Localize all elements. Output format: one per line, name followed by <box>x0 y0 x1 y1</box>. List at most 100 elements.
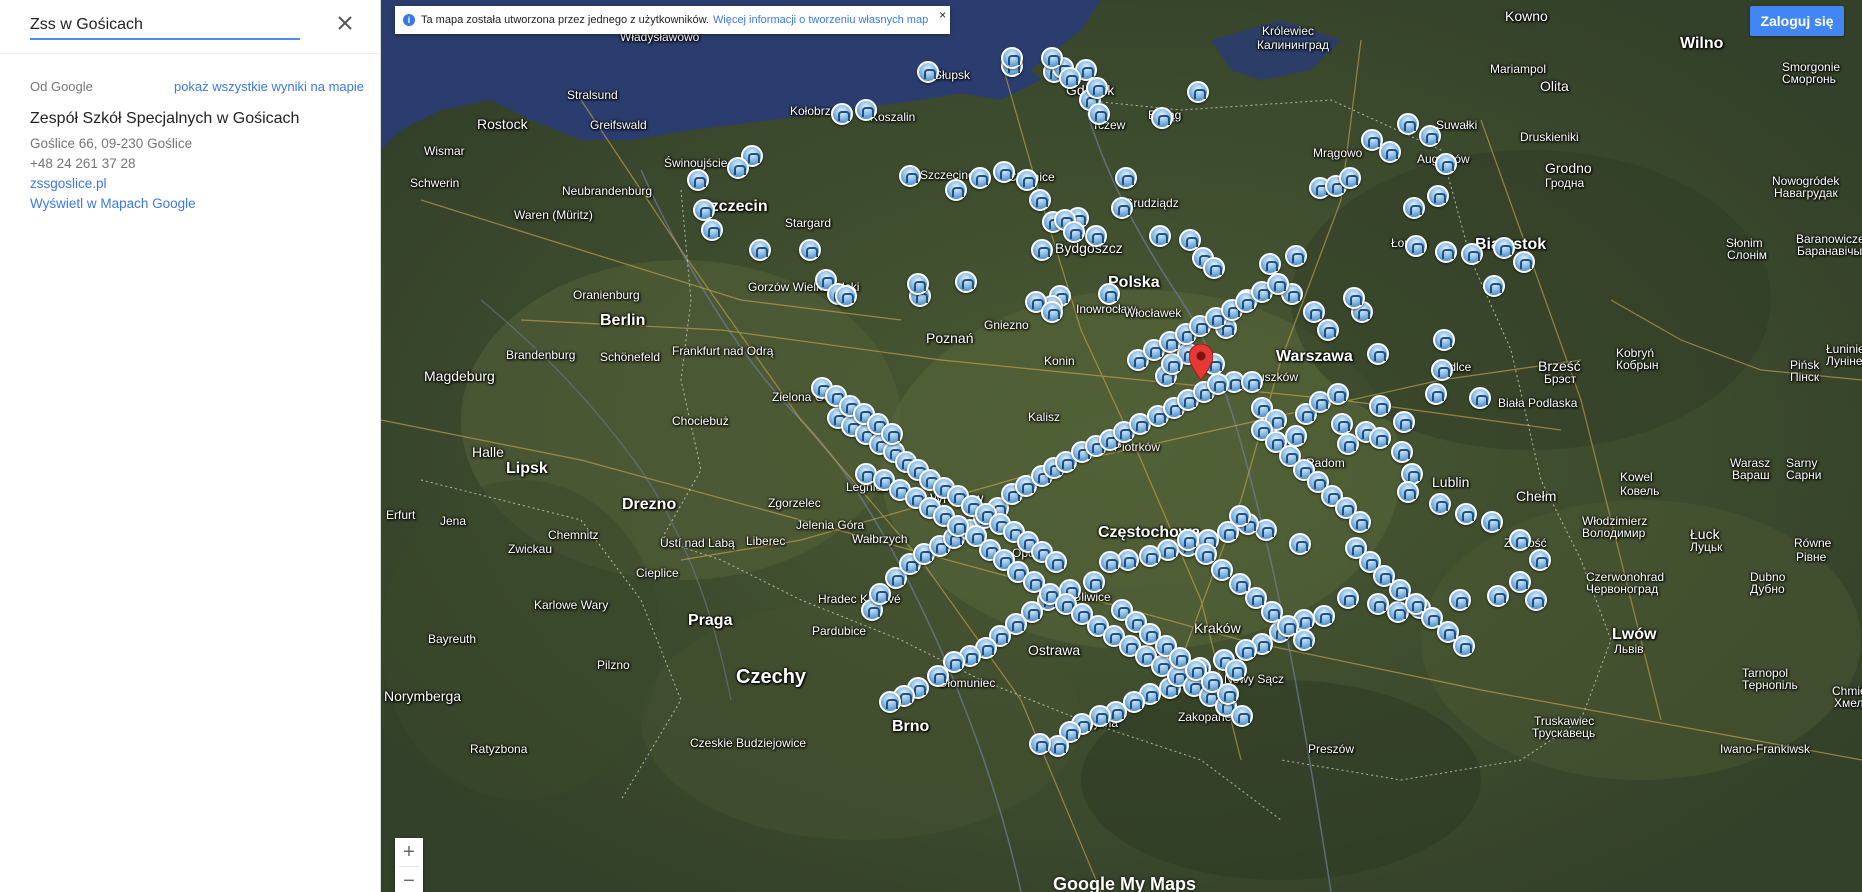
red-location-pin-icon[interactable] <box>1189 344 1213 380</box>
school-marker-icon[interactable] <box>749 239 771 261</box>
school-marker-icon[interactable] <box>1525 589 1547 611</box>
school-marker-icon[interactable] <box>835 285 857 307</box>
school-marker-icon[interactable] <box>869 583 891 605</box>
school-marker-icon[interactable] <box>687 169 709 191</box>
school-marker-icon[interactable] <box>1098 283 1120 305</box>
notice-close-button[interactable]: × <box>939 8 946 22</box>
school-marker-icon[interactable] <box>1059 67 1081 89</box>
school-marker-icon[interactable] <box>1339 167 1361 189</box>
school-marker-icon[interactable] <box>1419 125 1441 147</box>
school-marker-icon[interactable] <box>1151 107 1173 129</box>
school-marker-icon[interactable] <box>799 239 821 261</box>
school-marker-icon[interactable] <box>1337 587 1359 609</box>
school-marker-icon[interactable] <box>1313 605 1335 627</box>
school-marker-icon[interactable] <box>1393 411 1415 433</box>
school-marker-icon[interactable] <box>1469 387 1491 409</box>
sign-in-button[interactable]: Zaloguj się <box>1750 6 1844 36</box>
school-marker-icon[interactable] <box>969 167 991 189</box>
school-marker-icon[interactable] <box>1241 371 1263 393</box>
school-marker-icon[interactable] <box>1086 77 1108 99</box>
school-marker-icon[interactable] <box>1367 343 1389 365</box>
school-marker-icon[interactable] <box>1455 503 1477 525</box>
result-title[interactable]: Zespół Szkół Specjalnych w Gośicach <box>30 110 370 128</box>
school-marker-icon[interactable] <box>1161 353 1183 375</box>
school-marker-icon[interactable] <box>1405 235 1427 257</box>
school-marker-icon[interactable] <box>1461 243 1483 265</box>
school-marker-icon[interactable] <box>1285 425 1307 447</box>
school-marker-icon[interactable] <box>1016 169 1038 191</box>
school-marker-icon[interactable] <box>1425 383 1447 405</box>
school-marker-icon[interactable] <box>1435 241 1457 263</box>
school-marker-icon[interactable] <box>1453 635 1475 657</box>
school-marker-icon[interactable] <box>1493 237 1515 259</box>
notice-learn-more-link[interactable]: Więcej informacji o tworzeniu własnych m… <box>713 14 928 26</box>
school-marker-icon[interactable] <box>1099 551 1121 573</box>
school-marker-icon[interactable] <box>1083 571 1105 593</box>
zoom-out-button[interactable]: − <box>395 867 423 892</box>
school-marker-icon[interactable] <box>1085 225 1107 247</box>
school-marker-icon[interactable] <box>1369 395 1391 417</box>
zoom-in-button[interactable]: + <box>395 838 423 866</box>
school-marker-icon[interactable] <box>1509 571 1531 593</box>
school-marker-icon[interactable] <box>1088 103 1110 125</box>
school-marker-icon[interactable] <box>727 157 749 179</box>
school-marker-icon[interactable] <box>1427 185 1449 207</box>
school-marker-icon[interactable] <box>1001 47 1023 69</box>
school-marker-icon[interactable] <box>1217 521 1239 543</box>
school-marker-icon[interactable] <box>1149 225 1171 247</box>
school-marker-icon[interactable] <box>1187 81 1209 103</box>
school-marker-icon[interactable] <box>1369 427 1391 449</box>
school-marker-icon[interactable] <box>1293 629 1315 651</box>
school-marker-icon[interactable] <box>1111 197 1133 219</box>
school-marker-icon[interactable] <box>1397 113 1419 135</box>
school-marker-icon[interactable] <box>1031 239 1053 261</box>
school-marker-icon[interactable] <box>693 199 715 221</box>
school-marker-icon[interactable] <box>1285 245 1307 267</box>
school-marker-icon[interactable] <box>1231 705 1253 727</box>
view-in-google-maps-link[interactable]: Wyświetl w Mapach Google <box>30 194 370 214</box>
school-marker-icon[interactable] <box>1139 545 1161 567</box>
school-marker-icon[interactable] <box>831 103 853 125</box>
school-marker-icon[interactable] <box>1367 593 1389 615</box>
school-marker-icon[interactable] <box>993 161 1015 183</box>
school-marker-icon[interactable] <box>927 665 949 687</box>
school-marker-icon[interactable] <box>1403 197 1425 219</box>
school-marker-icon[interactable] <box>1429 493 1451 515</box>
map-canvas[interactable]: Władysławowo Królewiec Калининград Kowno Wil… <box>381 0 1862 892</box>
school-marker-icon[interactable] <box>1041 301 1063 323</box>
school-marker-icon[interactable] <box>1379 141 1401 163</box>
school-marker-icon[interactable] <box>1487 585 1509 607</box>
school-marker-icon[interactable] <box>1289 533 1311 555</box>
search-input[interactable] <box>30 12 300 40</box>
school-marker-icon[interactable] <box>1217 683 1239 705</box>
school-marker-icon[interactable] <box>1391 441 1413 463</box>
school-marker-icon[interactable] <box>1225 659 1247 681</box>
school-marker-icon[interactable] <box>1435 153 1457 175</box>
school-marker-icon[interactable] <box>701 219 723 241</box>
school-marker-icon[interactable] <box>1317 319 1339 341</box>
school-marker-icon[interactable] <box>1267 273 1289 295</box>
school-marker-icon[interactable] <box>1203 257 1225 279</box>
school-marker-icon[interactable] <box>1235 639 1257 661</box>
school-marker-icon[interactable] <box>1029 733 1051 755</box>
school-marker-icon[interactable] <box>1331 413 1353 435</box>
result-website-link[interactable]: zssgoslice.pl <box>30 174 370 194</box>
school-marker-icon[interactable] <box>1397 481 1419 503</box>
close-search-button[interactable] <box>330 8 360 38</box>
school-marker-icon[interactable] <box>955 271 977 293</box>
school-marker-icon[interactable] <box>1259 253 1281 275</box>
school-marker-icon[interactable] <box>1433 329 1455 351</box>
school-marker-icon[interactable] <box>1509 529 1531 551</box>
school-marker-icon[interactable] <box>1529 549 1551 571</box>
school-marker-icon[interactable] <box>879 691 901 713</box>
show-all-results-link[interactable]: pokaż wszystkie wyniki na mapie <box>174 79 364 94</box>
school-marker-icon[interactable] <box>1483 275 1505 297</box>
school-marker-icon[interactable] <box>1513 251 1535 273</box>
school-marker-icon[interactable] <box>1327 383 1349 405</box>
school-marker-icon[interactable] <box>1063 221 1085 243</box>
school-marker-icon[interactable] <box>907 273 929 295</box>
school-marker-icon[interactable] <box>917 61 939 83</box>
search-result[interactable]: Zespół Szkół Specjalnych w Gośicach Gośl… <box>30 110 370 214</box>
school-marker-icon[interactable] <box>881 423 903 445</box>
school-marker-icon[interactable] <box>855 99 877 121</box>
